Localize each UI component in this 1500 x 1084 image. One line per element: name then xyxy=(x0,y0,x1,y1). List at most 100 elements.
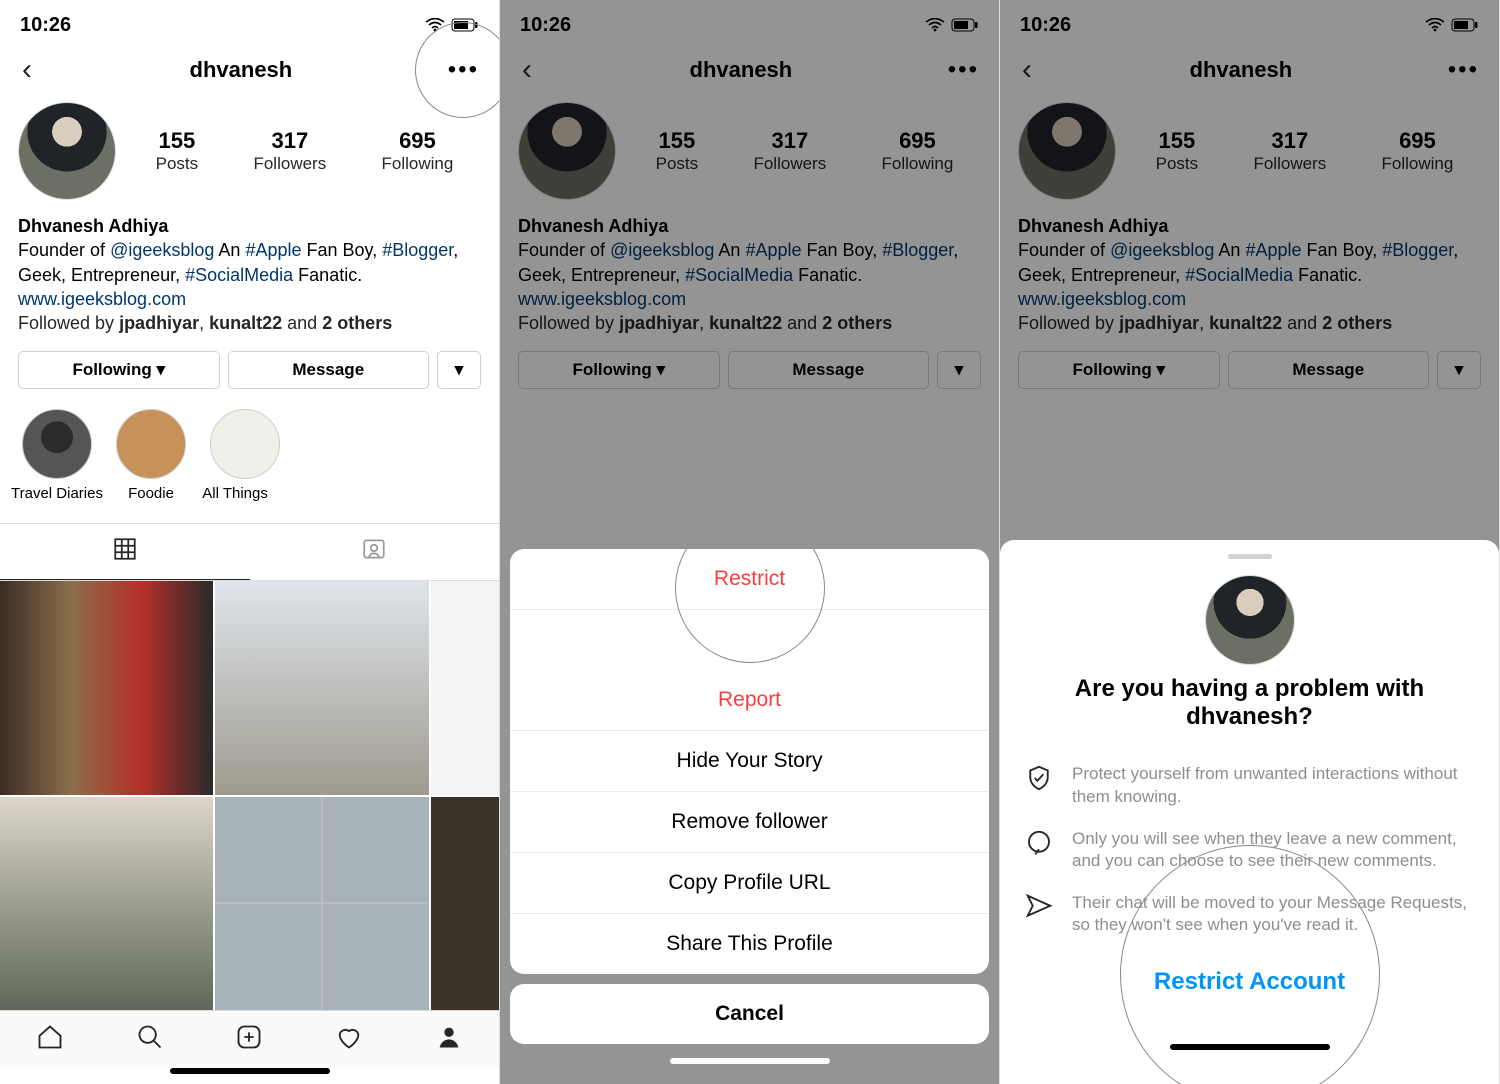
avatar[interactable] xyxy=(518,102,616,200)
message-button[interactable]: Message xyxy=(728,351,930,389)
tabbar-profile-icon[interactable] xyxy=(435,1023,463,1056)
home-indicator xyxy=(170,1068,330,1074)
chevron-down-icon: ▾ xyxy=(1455,360,1464,379)
battery-icon xyxy=(951,18,979,32)
tab-bar xyxy=(0,1010,499,1068)
apple-icon xyxy=(173,216,191,236)
bio-hashtag-apple[interactable]: #Apple xyxy=(245,240,301,260)
feed-tabs xyxy=(0,523,499,581)
chevron-down-icon: ▾ xyxy=(1157,360,1166,379)
stat-following[interactable]: 695Following xyxy=(382,128,454,174)
clock: 10:26 xyxy=(520,14,571,37)
stat-following[interactable]: 695Following xyxy=(882,128,954,174)
stat-posts[interactable]: 155Posts xyxy=(156,128,199,174)
avatar[interactable] xyxy=(1018,102,1116,200)
post-thumbnail[interactable] xyxy=(431,797,500,1010)
sheet-remove-follower[interactable]: Remove follower xyxy=(510,792,989,853)
highlight-ring xyxy=(210,409,280,479)
sheet-cancel[interactable]: Cancel xyxy=(510,984,989,1044)
back-button[interactable]: ‹ xyxy=(1014,53,1040,87)
post-thumbnail[interactable] xyxy=(215,797,428,1010)
suggested-button[interactable]: ▾ xyxy=(1437,351,1481,389)
screen-profile: 10:26 ‹ dhvanesh ••• 155Posts 317Followe… xyxy=(0,0,500,1084)
tabbar-heart-icon[interactable] xyxy=(335,1023,363,1056)
action-buttons: Following ▾ Message ▾ xyxy=(500,345,999,403)
sheet-report[interactable]: Report xyxy=(510,670,989,731)
status-right-icons xyxy=(1425,18,1479,32)
bio-hashtag-socialmedia[interactable]: #SocialMedia xyxy=(185,265,293,285)
following-button[interactable]: Following ▾ xyxy=(1018,351,1220,389)
following-button[interactable]: Following ▾ xyxy=(18,351,220,389)
post-thumbnail[interactable] xyxy=(431,581,500,794)
highlight-allthings[interactable]: All Things xyxy=(206,409,284,503)
avatar xyxy=(1205,575,1295,665)
profile-username: dhvanesh xyxy=(690,57,793,83)
home-indicator xyxy=(1170,1044,1330,1050)
sheet-restrict[interactable]: Restrict xyxy=(510,549,989,610)
bio-mention[interactable]: @igeeksblog xyxy=(110,240,214,260)
more-button[interactable]: ••• xyxy=(442,50,485,90)
highlight-label: Foodie xyxy=(128,485,174,502)
status-bar: 10:26 xyxy=(1000,0,1499,44)
restrict-bullet: Protect yourself from unwanted interacti… xyxy=(1024,753,1475,817)
status-bar: 10:26 xyxy=(500,0,999,44)
chevron-down-icon: ▾ xyxy=(657,360,666,379)
highlight-label: All Things xyxy=(202,485,287,503)
bullet-text: Protect yourself from unwanted interacti… xyxy=(1072,763,1475,807)
tabbar-search-icon[interactable] xyxy=(136,1023,164,1056)
highlight-travel[interactable]: Travel Diaries xyxy=(18,409,96,503)
apple-icon xyxy=(1173,216,1191,236)
tab-grid[interactable] xyxy=(0,524,250,580)
back-button[interactable]: ‹ xyxy=(14,53,40,87)
stat-followers-label: Followers xyxy=(253,154,326,174)
more-button[interactable]: ••• xyxy=(1442,50,1485,90)
message-button[interactable]: Message xyxy=(228,351,430,389)
suggested-button[interactable]: ▾ xyxy=(437,351,481,389)
sheet-grabber[interactable] xyxy=(1228,554,1272,559)
avatar[interactable] xyxy=(18,102,116,200)
clock: 10:26 xyxy=(1020,14,1071,37)
back-button[interactable]: ‹ xyxy=(514,53,540,87)
stat-followers[interactable]: 317Followers xyxy=(753,128,826,174)
profile-stats: 155Posts 317Followers 695Following xyxy=(628,128,981,174)
bio-link[interactable]: www.igeeksblog.com xyxy=(18,289,186,309)
highlight-foodie[interactable]: Foodie xyxy=(112,409,190,503)
profile-bio: Dhvanesh Adhiya Founder of @igeeksblog A… xyxy=(1000,212,1499,345)
status-right-icons xyxy=(925,18,979,32)
sheet-share-profile[interactable]: Share This Profile xyxy=(510,914,989,974)
tabbar-newpost-icon[interactable] xyxy=(235,1023,263,1056)
chevron-down-icon: ▾ xyxy=(455,360,464,379)
tabbar-home-icon[interactable] xyxy=(36,1023,64,1056)
restrict-title: Are you having a problem with dhvanesh? xyxy=(1000,665,1499,753)
suggested-button[interactable]: ▾ xyxy=(937,351,981,389)
nav-bar: ‹ dhvanesh ••• xyxy=(500,44,999,96)
post-thumbnail[interactable] xyxy=(0,797,213,1010)
stat-posts-count: 155 xyxy=(156,128,199,154)
sheet-hide-story[interactable]: Hide Your Story xyxy=(510,731,989,792)
chevron-down-icon: ▾ xyxy=(955,360,964,379)
tab-tagged[interactable] xyxy=(250,524,500,580)
restrict-account-button[interactable]: Restrict Account xyxy=(1000,946,1499,1004)
sheet-copy-url[interactable]: Copy Profile URL xyxy=(510,853,989,914)
actionsheet-main: Restrict Report Hide Your Story Remove f… xyxy=(510,549,989,974)
profile-header: 155Posts 317Followers 695Following xyxy=(0,96,499,212)
followed-by[interactable]: Followed by jpadhiyar, kunalt22 and 2 ot… xyxy=(518,313,892,333)
home-indicator xyxy=(670,1058,830,1064)
more-button[interactable]: ••• xyxy=(942,50,985,90)
comment-icon xyxy=(1024,828,1054,858)
wifi-icon xyxy=(925,18,945,32)
following-button[interactable]: Following ▾ xyxy=(518,351,720,389)
followed-by[interactable]: Followed by jpadhiyar, kunalt22 and 2 ot… xyxy=(18,313,392,333)
post-thumbnail[interactable] xyxy=(215,581,428,794)
wifi-icon xyxy=(1425,18,1445,32)
stat-followers[interactable]: 317Followers xyxy=(253,128,326,174)
stat-posts-label: Posts xyxy=(156,154,199,174)
message-button[interactable]: Message xyxy=(1228,351,1430,389)
bio-hashtag-blogger[interactable]: #Blogger xyxy=(382,240,453,260)
post-thumbnail[interactable] xyxy=(0,581,213,794)
restrict-bullet: Only you will see when they leave a new … xyxy=(1024,818,1475,882)
profile-header: 155Posts 317Followers 695Following xyxy=(500,96,999,212)
apple-icon xyxy=(673,216,691,236)
profile-username: dhvanesh xyxy=(1190,57,1293,83)
stat-posts[interactable]: 155Posts xyxy=(656,128,699,174)
